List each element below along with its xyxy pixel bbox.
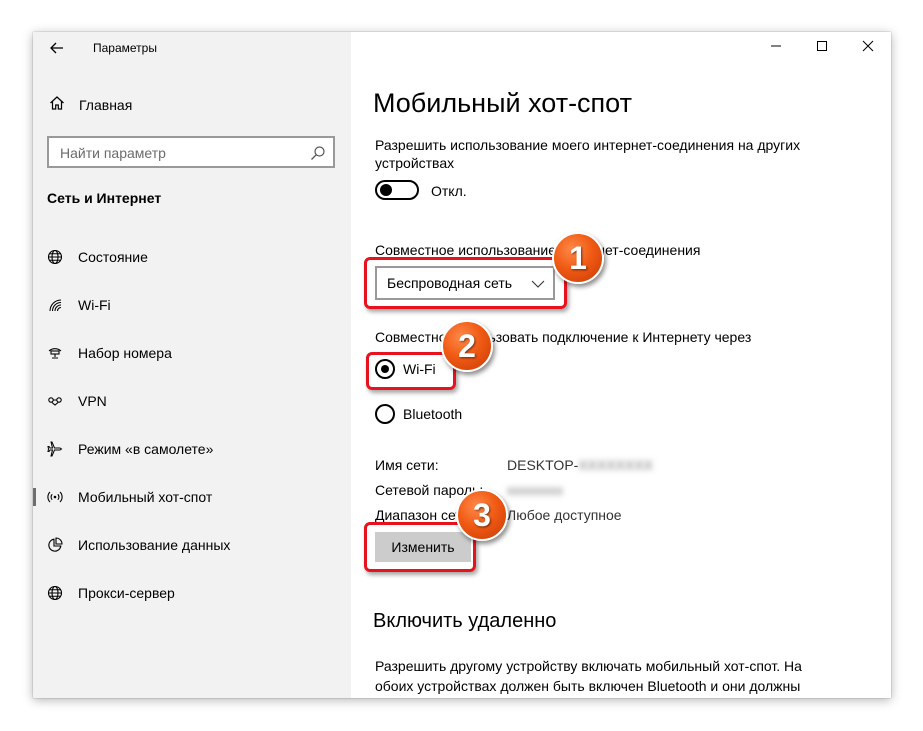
highlight-dropdown bbox=[364, 257, 567, 309]
globe-icon bbox=[46, 584, 64, 602]
sidebar-item-label: Wi-Fi bbox=[78, 297, 111, 313]
sidebar-item-data-usage[interactable]: Использование данных bbox=[33, 525, 351, 565]
globe-icon bbox=[46, 248, 64, 266]
step-badge-2: 2 bbox=[441, 320, 493, 372]
sidebar-item-dialup[interactable]: Набор номера bbox=[33, 333, 351, 373]
minimize-button[interactable] bbox=[753, 32, 799, 64]
sidebar: Параметры Главная Найти параметр Сеть и … bbox=[33, 32, 351, 698]
highlight-change-button bbox=[364, 522, 476, 572]
sidebar-item-label: Режим «в самолете» bbox=[78, 441, 214, 457]
network-name-text: DESKTOP- bbox=[507, 457, 579, 473]
step-badge-3: 3 bbox=[456, 489, 508, 541]
radio-bluetooth-label: Bluetooth bbox=[403, 406, 463, 422]
home-label: Главная bbox=[79, 97, 133, 113]
hotspot-toggle[interactable] bbox=[375, 180, 419, 200]
window-title: Параметры bbox=[93, 41, 157, 55]
sidebar-item-airplane[interactable]: Режим «в самолете» bbox=[33, 429, 351, 469]
share-over-label: Совместно использовать подключение к Инт… bbox=[375, 329, 752, 345]
redacted-text: XXXXXXXX bbox=[578, 457, 654, 473]
radio-bluetooth[interactable] bbox=[375, 404, 395, 424]
close-button[interactable] bbox=[845, 32, 891, 64]
network-band-value: Любое доступное bbox=[507, 507, 622, 523]
network-name-value: DESKTOP-XXXXXXXX bbox=[507, 457, 653, 473]
search-icon[interactable] bbox=[310, 145, 326, 161]
highlight-wifi-radio bbox=[366, 352, 456, 390]
hotspot-icon bbox=[46, 488, 64, 506]
remote-description: Разрешить другому устройству включать мо… bbox=[375, 658, 802, 694]
network-password-redacted: xxxxxxxx bbox=[507, 482, 563, 498]
toggle-state-label: Откл. bbox=[431, 183, 467, 199]
sidebar-item-label: VPN bbox=[78, 393, 107, 409]
back-arrow-icon[interactable] bbox=[49, 40, 65, 56]
vpn-icon bbox=[46, 392, 64, 410]
airplane-icon bbox=[46, 440, 64, 458]
search-placeholder: Найти параметр bbox=[60, 145, 166, 161]
data-usage-icon bbox=[46, 536, 64, 554]
settings-window: Параметры Главная Найти параметр Сеть и … bbox=[33, 32, 891, 698]
network-name-label: Имя сети: bbox=[375, 457, 439, 473]
home-icon bbox=[49, 95, 65, 116]
section-title: Сеть и Интернет bbox=[47, 190, 162, 206]
page-title: Мобильный хот-спот bbox=[373, 88, 632, 118]
dialup-icon bbox=[46, 344, 64, 362]
minimize-icon bbox=[770, 39, 782, 57]
step-badge-1: 1 bbox=[552, 232, 604, 284]
sidebar-item-label: Набор номера bbox=[78, 345, 172, 361]
maximize-button[interactable] bbox=[799, 32, 845, 64]
share-from-label: Совместное использование интернет-соедин… bbox=[375, 242, 701, 258]
toggle-knob bbox=[380, 184, 392, 196]
sidebar-item-status[interactable]: Состояние bbox=[33, 237, 351, 277]
wifi-icon bbox=[46, 296, 64, 314]
sidebar-item-proxy[interactable]: Прокси-сервер bbox=[33, 573, 351, 613]
sidebar-item-vpn[interactable]: VPN bbox=[33, 381, 351, 421]
sidebar-item-hotspot[interactable]: Мобильный хот-спот bbox=[33, 477, 351, 517]
close-icon bbox=[862, 39, 874, 57]
home-link[interactable]: Главная bbox=[49, 94, 132, 116]
sidebar-item-label: Использование данных bbox=[78, 537, 231, 553]
search-input[interactable]: Найти параметр bbox=[47, 136, 335, 168]
sidebar-item-label: Прокси-сервер bbox=[78, 585, 175, 601]
sidebar-item-label: Состояние bbox=[78, 249, 148, 265]
sidebar-item-label: Мобильный хот-спот bbox=[78, 489, 213, 505]
maximize-icon bbox=[816, 39, 828, 57]
selection-indicator bbox=[33, 488, 36, 506]
remote-section-title: Включить удаленно bbox=[373, 610, 557, 632]
sidebar-item-wifi[interactable]: Wi-Fi bbox=[33, 285, 351, 325]
share-description: Разрешить использование моего интернет-с… bbox=[375, 137, 801, 171]
